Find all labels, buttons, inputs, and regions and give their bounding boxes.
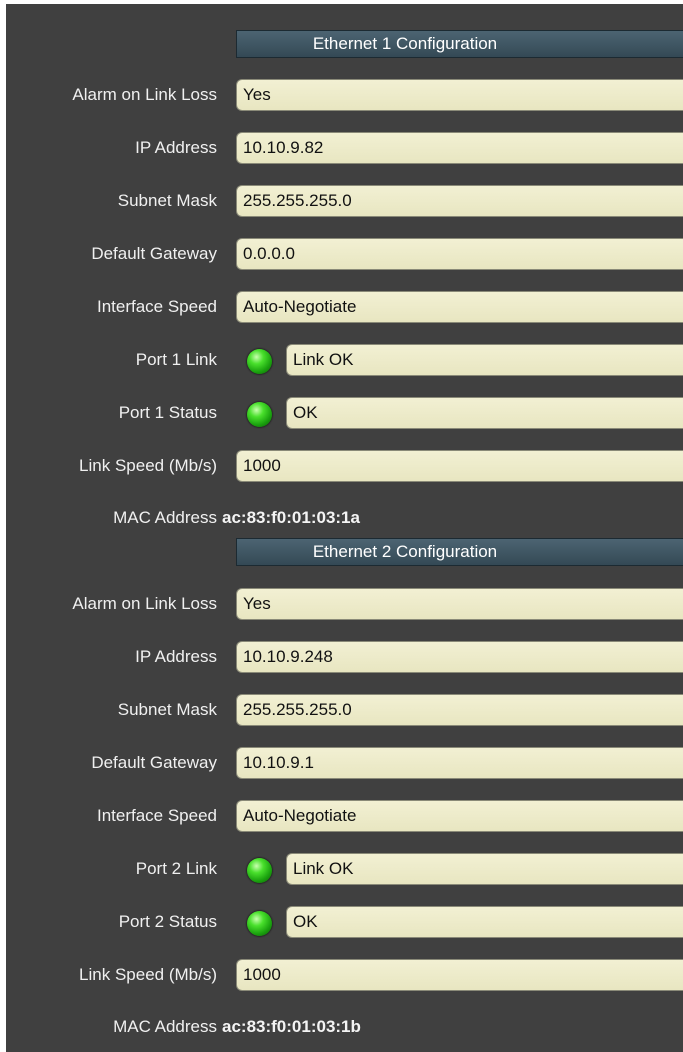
- ethernet1-port-link-value: Link OK: [286, 344, 683, 376]
- ethernet1-gateway-field[interactable]: 0.0.0.0: [236, 238, 683, 270]
- ethernet1-ip-field[interactable]: 10.10.9.82: [236, 132, 683, 164]
- ethernet1-port-link-label: Port 1 Link: [135, 350, 217, 369]
- ethernet2-ip-row: IP Address 10.10.9.248: [6, 638, 683, 676]
- ethernet1-ip-row: IP Address 10.10.9.82: [6, 129, 683, 167]
- ethernet1-link-speed-row: Link Speed (Mb/s) 1000: [6, 447, 683, 485]
- ethernet2-subnet-field[interactable]: 255.255.255.0: [236, 694, 683, 726]
- ethernet1-link-speed-label: Link Speed (Mb/s): [79, 456, 217, 475]
- ethernet1-speed-label: Interface Speed: [96, 297, 217, 316]
- ethernet1-subnet-field[interactable]: 255.255.255.0: [236, 185, 683, 217]
- ethernet1-mac-row: MAC Address ac:83:f0:01:03:1a: [6, 499, 683, 537]
- ethernet2-speed-select[interactable]: Auto-Negotiate: [236, 800, 683, 832]
- ethernet1-alarm-row: Alarm on Link Loss Yes: [6, 76, 683, 114]
- ethernet2-port-link-label: Port 2 Link: [135, 859, 217, 878]
- ethernet2-ip-field[interactable]: 10.10.9.248: [236, 641, 683, 673]
- ethernet1-gateway-row: Default Gateway 0.0.0.0: [6, 235, 683, 273]
- ethernet1-gateway-label: Default Gateway: [91, 244, 217, 263]
- ethernet1-alarm-label: Alarm on Link Loss: [72, 85, 217, 104]
- ethernet2-port-link-row: Port 2 Link Link OK: [6, 850, 683, 888]
- ethernet2-port-status-row: Port 2 Status OK: [6, 903, 683, 941]
- ethernet1-mac-value: ac:83:f0:01:03:1a: [222, 508, 360, 527]
- green-led-icon: [247, 911, 272, 936]
- ethernet2-link-speed-value: 1000: [236, 959, 683, 991]
- ethernet2-gateway-field[interactable]: 10.10.9.1: [236, 747, 683, 779]
- ethernet2-alarm-row: Alarm on Link Loss Yes: [6, 585, 683, 623]
- ethernet1-alarm-select[interactable]: Yes: [236, 79, 683, 111]
- ethernet2-port-link-value: Link OK: [286, 853, 683, 885]
- ethernet2-alarm-select[interactable]: Yes: [236, 588, 683, 620]
- ethernet2-subnet-label: Subnet Mask: [117, 700, 217, 719]
- ethernet1-port-status-label: Port 1 Status: [118, 403, 217, 422]
- ethernet2-gateway-row: Default Gateway 10.10.9.1: [6, 744, 683, 782]
- ethernet2-port-status-label: Port 2 Status: [118, 912, 217, 931]
- green-led-icon: [247, 349, 272, 374]
- ethernet1-subnet-row: Subnet Mask 255.255.255.0: [6, 182, 683, 220]
- ethernet1-mac-label: MAC Address: [113, 508, 217, 527]
- ethernet2-speed-label: Interface Speed: [96, 806, 217, 825]
- ethernet1-port-status-row: Port 1 Status OK: [6, 394, 683, 432]
- ethernet2-alarm-label: Alarm on Link Loss: [72, 594, 217, 613]
- ethernet1-port-link-row: Port 1 Link Link OK: [6, 341, 683, 379]
- green-led-icon: [247, 402, 272, 427]
- ethernet2-gateway-label: Default Gateway: [91, 753, 217, 772]
- ethernet2-link-speed-label: Link Speed (Mb/s): [79, 965, 217, 984]
- ethernet1-header: Ethernet 1 Configuration: [236, 30, 683, 58]
- ethernet2-mac-row: MAC Address ac:83:f0:01:03:1b: [6, 1008, 683, 1046]
- green-led-icon: [247, 858, 272, 883]
- ethernet2-link-speed-row: Link Speed (Mb/s) 1000: [6, 956, 683, 994]
- ethernet1-ip-label: IP Address: [135, 138, 217, 157]
- ethernet2-mac-label: MAC Address: [113, 1017, 217, 1036]
- ethernet2-subnet-row: Subnet Mask 255.255.255.0: [6, 691, 683, 729]
- ethernet1-speed-row: Interface Speed Auto-Negotiate: [6, 288, 683, 326]
- ethernet2-ip-label: IP Address: [135, 647, 217, 666]
- ethernet1-link-speed-value: 1000: [236, 450, 683, 482]
- ethernet1-speed-select[interactable]: Auto-Negotiate: [236, 291, 683, 323]
- ethernet2-mac-value: ac:83:f0:01:03:1b: [222, 1017, 361, 1036]
- ethernet2-port-status-value: OK: [286, 906, 683, 938]
- config-panel: Ethernet 1 Configuration Alarm on Link L…: [6, 4, 683, 1052]
- ethernet1-subnet-label: Subnet Mask: [117, 191, 217, 210]
- ethernet2-speed-row: Interface Speed Auto-Negotiate: [6, 797, 683, 835]
- ethernet2-header: Ethernet 2 Configuration: [236, 538, 683, 566]
- ethernet1-port-status-value: OK: [286, 397, 683, 429]
